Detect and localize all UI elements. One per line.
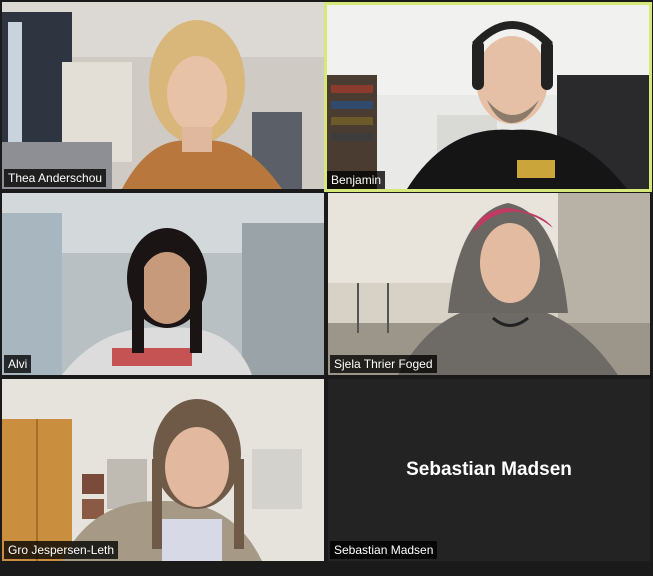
- participant-tile-thea[interactable]: Thea Anderschou: [2, 2, 324, 189]
- participant-video: [2, 379, 324, 561]
- participant-video: [2, 2, 324, 189]
- participant-tile-alvi[interactable]: Alvi: [2, 193, 324, 375]
- participant-video: [328, 193, 650, 375]
- participant-tile-benjamin[interactable]: Benjamin: [324, 2, 652, 192]
- participant-name-tag: Alvi: [4, 355, 32, 373]
- participant-tile-gro[interactable]: Gro Jespersen-Leth: [2, 379, 324, 561]
- video-grid: Thea Anderschou Benjamin Alvi Sjela Thri…: [0, 0, 653, 576]
- participant-name-tag: Benjamin: [327, 171, 386, 189]
- participant-video: [327, 5, 649, 189]
- participant-name-tag: Gro Jespersen-Leth: [4, 541, 119, 559]
- participant-tile-sjela[interactable]: Sjela Thrier Foged: [328, 193, 650, 375]
- participant-name-tag: Sebastian Madsen: [330, 541, 438, 559]
- participant-video: [2, 193, 324, 375]
- participant-name-tag: Sjela Thrier Foged: [330, 355, 437, 373]
- participant-display-name: Sebastian Madsen: [406, 459, 572, 480]
- participant-tile-sebastian[interactable]: Sebastian Madsen Sebastian Madsen: [328, 379, 650, 561]
- participant-name-tag: Thea Anderschou: [4, 169, 107, 187]
